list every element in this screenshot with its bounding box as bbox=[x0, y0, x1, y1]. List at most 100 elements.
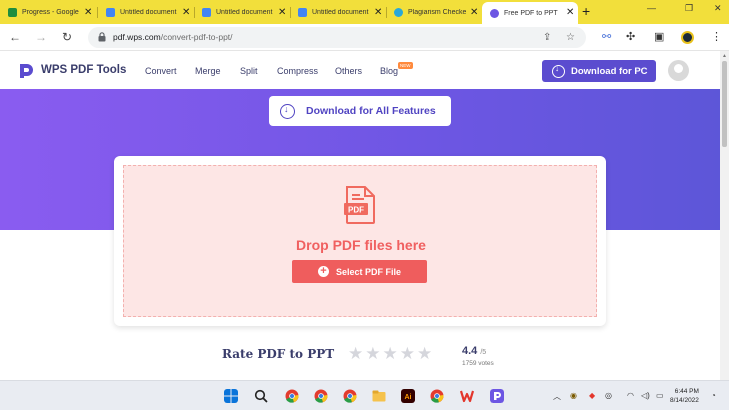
wps-pdf-icon bbox=[490, 8, 499, 18]
battery-icon[interactable]: ▭ bbox=[656, 391, 664, 400]
back-icon[interactable]: ← bbox=[9, 30, 21, 44]
chrome-icon[interactable] bbox=[430, 389, 444, 403]
select-pdf-label: Select PDF File bbox=[335, 266, 402, 277]
download-icon bbox=[552, 64, 565, 78]
browser-tab[interactable]: Plagiarism Checker ✕ bbox=[386, 3, 482, 22]
notification-icon[interactable]: ◔ bbox=[711, 391, 716, 400]
nav-merge[interactable]: Merge bbox=[195, 66, 221, 76]
close-icon[interactable]: ✕ bbox=[278, 7, 286, 18]
scroll-up-icon[interactable]: ▲ bbox=[722, 53, 727, 59]
rating-title: Rate PDF to PPT bbox=[222, 347, 335, 361]
download-for-pc-button[interactable]: Download for PC bbox=[542, 60, 656, 82]
new-tab-icon[interactable]: + bbox=[582, 3, 590, 19]
nav-compress[interactable]: Compress bbox=[277, 66, 318, 76]
browser-profile-icon[interactable] bbox=[681, 31, 694, 44]
plagiarism-icon bbox=[394, 8, 403, 17]
chrome-icon[interactable] bbox=[285, 389, 299, 403]
browser-tab[interactable]: Untitled document ✕ bbox=[290, 3, 386, 22]
volume-icon[interactable]: ◁) bbox=[641, 391, 650, 400]
browser-tab[interactable]: Progress - Google ✕ bbox=[0, 3, 96, 22]
wps-logo-icon[interactable] bbox=[18, 63, 34, 79]
url-text: pdf.wps.com/convert-pdf-to-ppt/ bbox=[113, 32, 233, 42]
forward-icon[interactable]: → bbox=[35, 30, 47, 44]
minimize-icon[interactable]: — bbox=[647, 3, 656, 13]
user-avatar[interactable] bbox=[668, 60, 689, 81]
chrome-icon[interactable] bbox=[314, 389, 328, 403]
nav-others[interactable]: Others bbox=[335, 66, 362, 76]
star-icon[interactable]: ★ bbox=[348, 344, 363, 364]
rating-stars: ★ ★ ★ ★ ★ bbox=[348, 344, 434, 364]
drop-title: Drop PDF files here bbox=[296, 237, 426, 253]
page-scrollbar[interactable]: ▲ bbox=[720, 51, 729, 380]
rating-score: 4.4 /5 bbox=[462, 345, 487, 357]
close-icon[interactable]: ✕ bbox=[182, 7, 190, 18]
close-icon[interactable]: ✕ bbox=[566, 8, 574, 18]
address-bar[interactable]: pdf.wps.com/convert-pdf-to-ppt/ ⇪ ☆ bbox=[88, 27, 586, 48]
star-icon[interactable]: ★ bbox=[365, 344, 380, 364]
taskbar-clock[interactable]: 6:44 PM 8/14/2022 bbox=[670, 387, 699, 405]
download-all-features-button[interactable]: Download for All Features bbox=[269, 96, 451, 126]
file-explorer-icon[interactable] bbox=[372, 389, 386, 403]
close-icon[interactable]: ✕ bbox=[84, 7, 92, 18]
close-icon[interactable]: ✕ bbox=[470, 7, 478, 18]
star-icon[interactable]: ★ bbox=[400, 344, 415, 364]
wps-office-icon[interactable] bbox=[460, 389, 474, 403]
download-icon bbox=[280, 103, 295, 119]
new-badge: NEW bbox=[398, 62, 413, 69]
rating-votes: 1759 votes bbox=[462, 360, 494, 367]
side-panel-icon[interactable]: ▣ bbox=[654, 30, 664, 43]
tray-wps-icon[interactable]: ◆ bbox=[589, 391, 595, 400]
maximize-icon[interactable]: ❐ bbox=[685, 3, 693, 14]
bookmark-star-icon[interactable]: ☆ bbox=[566, 32, 575, 43]
brand-name[interactable]: WPS PDF Tools bbox=[41, 64, 126, 76]
tab-title: Untitled document bbox=[216, 9, 273, 16]
windows-taskbar: Ai ︿ ◉ ◆ ◎ ◠ ◁) ▭ 6:44 PM 8/14/2022 ◔ bbox=[0, 380, 729, 410]
pdf-drop-zone[interactable]: PDF Drop PDF files here + Select PDF Fil… bbox=[123, 165, 597, 317]
pdf-icon-label: PDF bbox=[348, 206, 364, 215]
sheets-icon bbox=[8, 8, 17, 17]
browser-tab[interactable]: Untitled document ✕ bbox=[194, 3, 290, 22]
tray-chrome-icon[interactable]: ◎ bbox=[605, 391, 612, 400]
browser-tab-strip: Progress - Google ✕ Untitled document ✕ … bbox=[0, 0, 729, 24]
extensions-puzzle-icon[interactable]: ✣ bbox=[626, 30, 635, 43]
search-icon[interactable] bbox=[254, 389, 268, 403]
nav-blog[interactable]: Blog bbox=[380, 66, 398, 76]
tab-title: Untitled document bbox=[312, 9, 369, 16]
reload-icon[interactable]: ↻ bbox=[62, 30, 72, 44]
share-icon[interactable]: ⇪ bbox=[543, 32, 551, 43]
browser-toolbar: ← → ↻ pdf.wps.com/convert-pdf-to-ppt/ ⇪ … bbox=[0, 24, 729, 51]
scrollbar-thumb[interactable] bbox=[722, 61, 727, 147]
tab-title: Plagiarism Checker bbox=[408, 9, 466, 16]
tray-overflow-chevron-icon[interactable]: ︿ bbox=[553, 391, 561, 402]
wifi-icon[interactable]: ◠ bbox=[627, 391, 634, 400]
tray-app-icon[interactable]: ◉ bbox=[570, 391, 577, 400]
wps-pdf-icon[interactable] bbox=[490, 389, 504, 403]
tab-title: Progress - Google bbox=[22, 9, 79, 16]
windows-start-icon[interactable] bbox=[224, 389, 238, 403]
download-for-pc-label: Download for PC bbox=[571, 65, 648, 77]
select-pdf-button[interactable]: + Select PDF File bbox=[292, 260, 427, 283]
nav-convert[interactable]: Convert bbox=[145, 66, 177, 76]
upload-card: PDF Drop PDF files here + Select PDF Fil… bbox=[114, 156, 606, 326]
window-close-icon[interactable]: ✕ bbox=[714, 3, 722, 14]
menu-kebab-icon[interactable]: ⋮ bbox=[711, 30, 722, 43]
close-icon[interactable]: ✕ bbox=[374, 7, 382, 18]
link-extension-icon[interactable]: ⚯ bbox=[602, 30, 611, 43]
pdf-file-icon: PDF bbox=[344, 186, 375, 224]
chrome-icon[interactable] bbox=[343, 389, 357, 403]
tab-title: Untitled document bbox=[120, 9, 177, 16]
browser-tab[interactable]: Untitled document ✕ bbox=[98, 3, 194, 22]
download-all-features-label: Download for All Features bbox=[306, 105, 436, 117]
site-header: WPS PDF Tools Convert Merge Split Compre… bbox=[0, 51, 720, 89]
lock-icon bbox=[98, 32, 106, 42]
tab-title: Free PDF to PPT bbox=[504, 9, 558, 17]
adobe-illustrator-icon[interactable]: Ai bbox=[401, 389, 415, 403]
browser-tab-active[interactable]: Free PDF to PPT ✕ bbox=[482, 2, 578, 24]
nav-split[interactable]: Split bbox=[240, 66, 258, 76]
star-icon[interactable]: ★ bbox=[383, 344, 398, 364]
plus-icon: + bbox=[317, 266, 329, 277]
svg-text:Ai: Ai bbox=[405, 394, 412, 401]
star-icon[interactable]: ★ bbox=[417, 344, 432, 364]
docs-icon bbox=[202, 8, 211, 17]
docs-icon bbox=[106, 8, 115, 17]
